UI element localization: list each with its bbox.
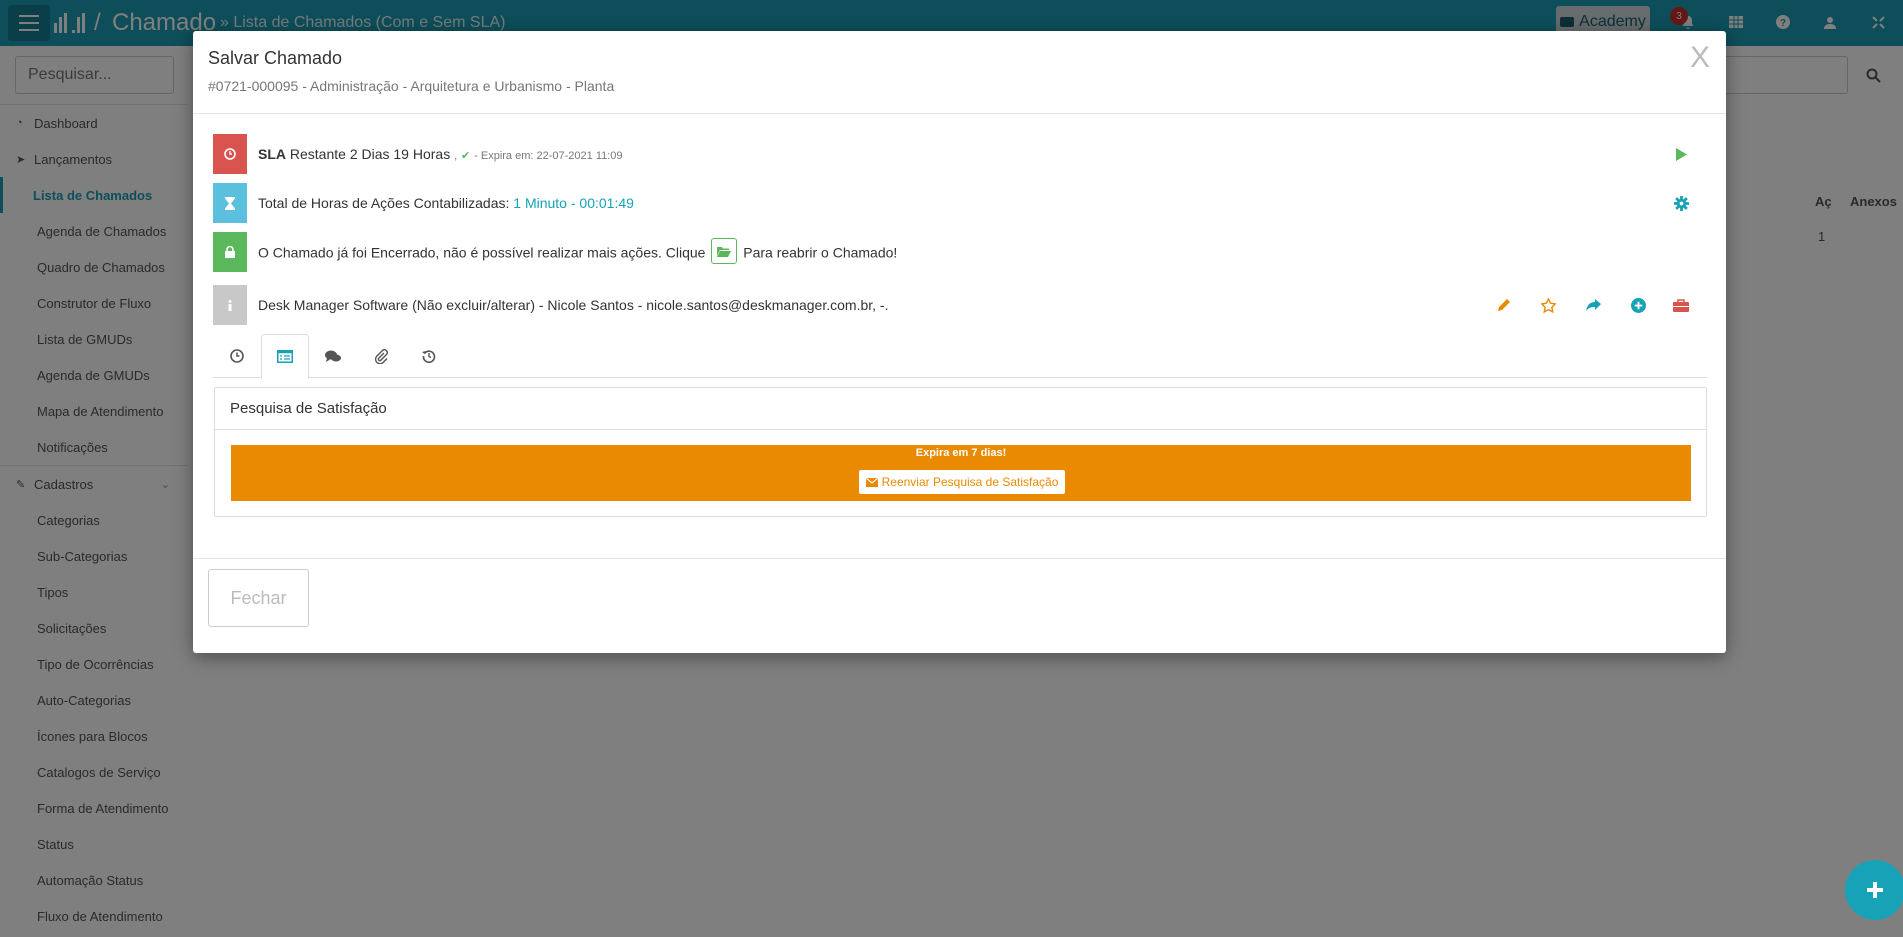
lock-icon — [213, 232, 247, 272]
hours-text: Total de Horas de Ações Contabilizadas: … — [258, 195, 634, 211]
sla-row: SLA Restante 2 Dias 19 Horas , ✔ - Expir… — [213, 134, 1703, 174]
modal-footer: Fechar — [193, 558, 1726, 653]
check-icon: ✔ — [461, 150, 471, 162]
plus-icon — [1867, 882, 1883, 898]
tab-attachments[interactable] — [357, 334, 405, 378]
envelope-icon — [865, 477, 878, 487]
tab-details[interactable] — [261, 334, 309, 379]
requester-text: Desk Manager Software (Não excluir/alter… — [258, 297, 889, 313]
survey-expires-text: Expira em 7 dias! — [915, 447, 1007, 459]
list-alt-icon — [277, 350, 293, 363]
resend-survey-label: Reenviar Pesquisa de Satisfação — [881, 475, 1059, 489]
history-icon — [422, 350, 436, 363]
sla-label: SLA — [258, 146, 286, 162]
modal-subtitle: #0721-000095 - Administração - Arquitetu… — [208, 78, 615, 94]
hourglass-icon — [213, 183, 247, 223]
sla-remaining: Restante 2 Dias 19 Horas — [289, 146, 451, 162]
clock-icon — [230, 349, 244, 363]
reopen-message: Para reabrir o Chamado! — [743, 244, 898, 261]
save-ticket-modal: Salvar Chamado #0721-000095 - Administra… — [193, 31, 1726, 653]
hours-row: Total de Horas de Ações Contabilizadas: … — [213, 183, 1703, 223]
requester-row: Desk Manager Software (Não excluir/alter… — [213, 285, 1703, 325]
modal-header: Salvar Chamado #0721-000095 - Administra… — [193, 31, 1726, 114]
info-icon — [213, 285, 247, 325]
tab-comments[interactable] — [309, 334, 357, 378]
comments-icon — [325, 350, 341, 362]
paperclip-icon — [374, 348, 388, 364]
briefcase-icon[interactable] — [1672, 296, 1690, 314]
share-icon[interactable] — [1584, 296, 1602, 314]
hours-value: 1 Minuto - 00:01:49 — [513, 195, 634, 211]
tab-timeline[interactable] — [213, 334, 261, 378]
tab-history[interactable] — [405, 334, 453, 378]
play-icon[interactable] — [1672, 145, 1690, 163]
ticket-tabs — [213, 334, 1707, 379]
resend-survey-button[interactable]: Reenviar Pesquisa de Satisfação — [859, 470, 1065, 494]
survey-alert: Expira em 7 dias! Reenviar Pesquisa de S… — [231, 445, 1691, 501]
modal-title: Salvar Chamado — [208, 48, 343, 68]
closed-message: O Chamado já foi Encerrado, não é possív… — [258, 244, 706, 261]
closed-row: O Chamado já foi Encerrado, não é possív… — [213, 232, 1703, 272]
panel-heading: Pesquisa de Satisfação — [215, 388, 1706, 430]
reopen-button[interactable] — [711, 238, 738, 264]
star-icon[interactable] — [1539, 296, 1557, 314]
survey-panel: Pesquisa de Satisfação Expira em 7 dias!… — [214, 387, 1707, 517]
add-fab-button[interactable] — [1845, 860, 1903, 920]
hours-label: Total de Horas de Ações Contabilizadas: — [258, 195, 510, 211]
sla-expires: - Expira em: 22-07-2021 11:09 — [474, 150, 623, 162]
sla-comma: , — [454, 150, 458, 162]
pencil-icon[interactable] — [1495, 296, 1513, 314]
close-button[interactable]: Fechar — [208, 569, 309, 627]
clock-icon — [213, 134, 247, 174]
close-icon[interactable]: X — [1690, 41, 1710, 75]
closed-text: O Chamado já foi Encerrado, não é possív… — [258, 238, 898, 264]
gear-icon[interactable] — [1672, 194, 1690, 212]
plus-circle-icon[interactable] — [1629, 296, 1647, 314]
sla-text: SLA Restante 2 Dias 19 Horas , ✔ - Expir… — [258, 146, 623, 162]
